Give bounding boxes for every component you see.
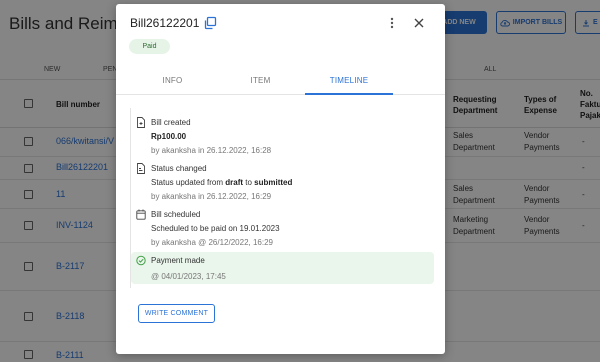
modal-tabs: INFO ITEM TIMELINE xyxy=(116,72,445,95)
modal-title: Bill26122201 xyxy=(130,16,200,30)
event-meta: @ 04/01/2023, 17:45 xyxy=(151,272,226,281)
calendar-icon xyxy=(136,209,146,220)
close-icon[interactable] xyxy=(412,16,426,30)
copy-icon[interactable] xyxy=(203,16,217,30)
write-comment-button[interactable]: WRITE COMMENT xyxy=(138,304,215,323)
timeline: Bill created Rp100.00 by akanksha in 26.… xyxy=(130,108,434,288)
status-to: submitted xyxy=(254,178,293,187)
event-title: Bill created xyxy=(151,118,191,127)
event-meta: by akanksha @ 26/12/2022, 16:29 xyxy=(151,238,273,247)
event-title: Status changed xyxy=(151,164,207,173)
timeline-event-payment: Payment made @ 04/01/2023, 17:45 xyxy=(131,252,434,284)
status-from: draft xyxy=(225,178,244,187)
bill-detail-modal: Bill26122201 Paid INFO ITEM TIMELINE Bil… xyxy=(116,4,445,354)
kebab-menu-icon[interactable] xyxy=(387,16,397,30)
status-badge: Paid xyxy=(129,39,170,54)
event-title: Payment made xyxy=(151,256,205,265)
event-meta: by akanksha in 26.12.2022, 16:28 xyxy=(151,146,272,155)
tab-item[interactable]: ITEM xyxy=(222,76,299,95)
event-title: Bill scheduled xyxy=(151,210,201,219)
check-circle-icon xyxy=(136,255,146,266)
tab-timeline[interactable]: TIMELINE xyxy=(305,76,393,95)
tab-info[interactable]: INFO xyxy=(134,76,211,95)
document-icon xyxy=(137,117,145,128)
document-edit-icon xyxy=(137,163,145,174)
event-amount: Rp100.00 xyxy=(151,132,187,141)
event-meta: by akanksha in 26.12.2022, 16:29 xyxy=(151,192,272,201)
timeline-event: Bill created Rp100.00 by akanksha in 26.… xyxy=(131,114,434,158)
timeline-event: Status changed Status updated from draft… xyxy=(131,160,434,204)
timeline-event: Bill scheduled Scheduled to be paid on 1… xyxy=(131,206,434,250)
event-status-line: Status updated from draft to submitted xyxy=(151,178,293,187)
event-schedule-line: Scheduled to be paid on 19.01.2023 xyxy=(151,224,280,233)
